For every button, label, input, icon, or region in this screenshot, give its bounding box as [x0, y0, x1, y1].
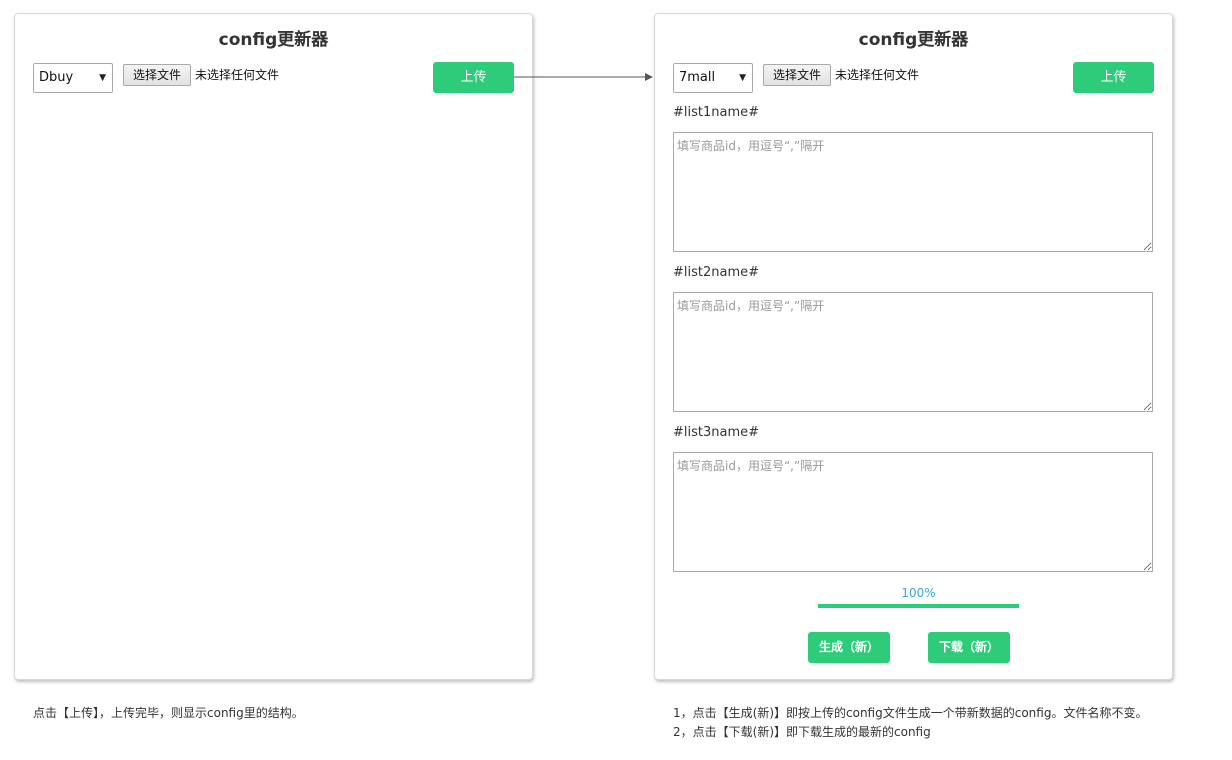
- left-note: 点击【上传】，上传完毕，则显示config里的结构。: [33, 706, 304, 720]
- file-status: 未选择任何文件: [195, 68, 280, 82]
- panel-title: config更新器: [858, 30, 969, 50]
- list2-input[interactable]: [673, 292, 1153, 412]
- choose-file-button[interactable]: 选择文件: [123, 64, 191, 86]
- download-new-button[interactable]: 下载（新）: [928, 632, 1010, 663]
- progress-bar: [818, 604, 1019, 608]
- site-select[interactable]: Dbuy ▼: [33, 63, 113, 93]
- left-panel: config更新器 Dbuy ▼ 选择文件 未选择任何文件 上传: [14, 13, 533, 680]
- list3-input[interactable]: [673, 452, 1153, 572]
- panel-title: config更新器: [218, 30, 329, 50]
- list1-input[interactable]: [673, 132, 1153, 252]
- choose-file-button[interactable]: 选择文件: [763, 64, 831, 86]
- chevron-down-icon: ▼: [739, 73, 746, 83]
- progress-text: 100%: [901, 586, 936, 600]
- list3-label: #list3name#: [673, 425, 760, 440]
- chevron-down-icon: ▼: [99, 73, 106, 83]
- upload-button[interactable]: 上传: [1073, 62, 1154, 93]
- generate-new-button[interactable]: 生成（新）: [808, 632, 890, 663]
- upload-button[interactable]: 上传: [433, 62, 514, 93]
- site-select-value: Dbuy: [39, 70, 74, 85]
- list2-label: #list2name#: [673, 265, 760, 280]
- file-status: 未选择任何文件: [835, 68, 920, 82]
- right-note-line2: 2，点击【下载(新)】即下载生成的最新的config: [673, 725, 931, 739]
- right-panel: config更新器 7mall ▼ 选择文件 未选择任何文件 上传 #list1…: [654, 13, 1173, 680]
- arrow-right-icon: [514, 73, 653, 81]
- right-note-line1: 1，点击【生成(新)】即按上传的config文件生成一个带新数据的config。…: [673, 706, 1148, 720]
- list1-label: #list1name#: [673, 105, 760, 120]
- site-select-value: 7mall: [679, 70, 716, 85]
- progress-fill: [818, 604, 1019, 608]
- site-select[interactable]: 7mall ▼: [673, 63, 753, 93]
